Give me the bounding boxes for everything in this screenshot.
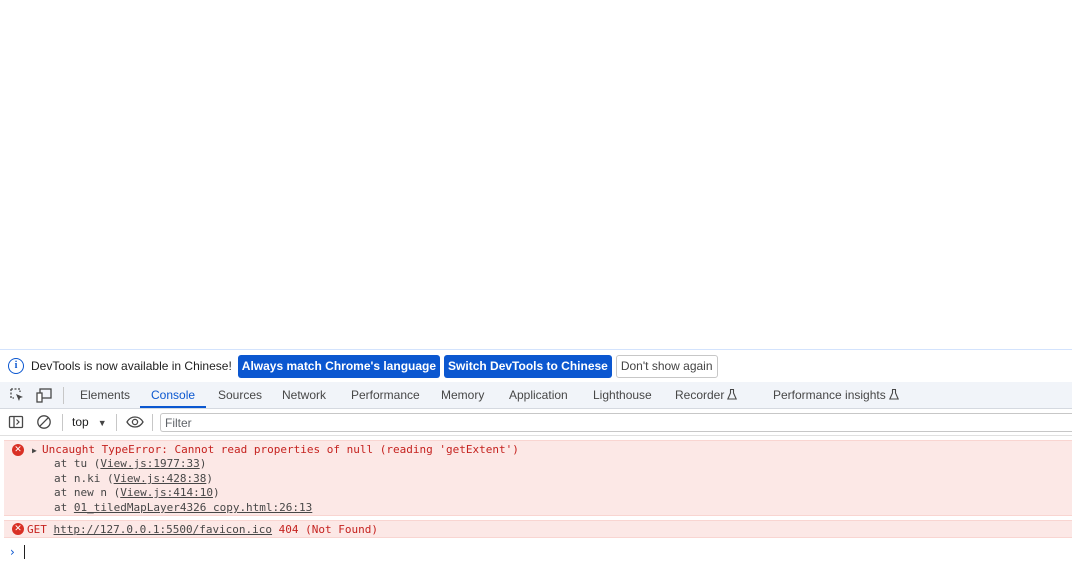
http-method: GET	[27, 523, 47, 536]
console-filter-input[interactable]	[160, 413, 1072, 432]
error-icon: ✕	[12, 444, 24, 456]
toolbar-divider	[63, 387, 64, 404]
source-link[interactable]: 01_tiledMapLayer4326 copy.html:26:13	[74, 501, 312, 514]
tab-application[interactable]: Application	[509, 382, 568, 408]
http-status: 404 (Not Found)	[278, 523, 379, 536]
source-link[interactable]: View.js:414:10	[120, 486, 213, 499]
tab-memory[interactable]: Memory	[441, 382, 484, 408]
context-select-value: top	[72, 415, 89, 429]
prompt-chevron-icon: ›	[10, 545, 15, 559]
network-error-line: GET http://127.0.0.1:5500/favicon.ico 40…	[27, 523, 378, 537]
language-infobar: i DevTools is now available in Chinese! …	[0, 349, 1072, 382]
stack-frame: at new n (View.js:414:10)	[54, 486, 220, 499]
tab-network[interactable]: Network	[282, 382, 326, 408]
tab-recorder[interactable]: Recorder	[675, 382, 738, 408]
text-caret	[24, 545, 25, 559]
tab-lighthouse[interactable]: Lighthouse	[593, 382, 652, 408]
console-error-message: ✕ ▶ Uncaught TypeError: Cannot read prop…	[4, 440, 1072, 516]
tab-recorder-label: Recorder	[675, 388, 725, 402]
device-toolbar-icon[interactable]	[36, 387, 52, 403]
live-expression-eye-icon[interactable]	[126, 414, 144, 430]
clear-console-icon[interactable]	[36, 414, 52, 430]
switch-to-chinese-button[interactable]: Switch DevTools to Chinese	[444, 354, 612, 378]
console-prompt[interactable]: ›	[0, 541, 1072, 563]
sidebar-toggle-icon[interactable]	[8, 414, 24, 430]
expand-triangle-icon[interactable]: ▶	[32, 446, 37, 455]
source-link[interactable]: View.js:1977:33	[100, 457, 199, 470]
stack-frame: at n.ki (View.js:428:38)	[54, 472, 213, 485]
source-link[interactable]: View.js:428:38	[114, 472, 207, 485]
tab-performance[interactable]: Performance	[351, 382, 420, 408]
tab-console[interactable]: Console	[140, 382, 207, 408]
toolbar-divider	[116, 414, 117, 431]
console-network-error: ✕ GET http://127.0.0.1:5500/favicon.ico …	[4, 520, 1072, 538]
infobar-message: DevTools is now available in Chinese!	[31, 359, 232, 373]
dont-show-again-button[interactable]: Don't show again	[615, 354, 718, 378]
inspected-page-viewport	[0, 0, 1072, 349]
devtools-tabbar: Elements Console Sources Network Perform…	[0, 382, 1072, 409]
inspect-element-icon[interactable]	[9, 387, 25, 403]
javascript-context-select[interactable]: top ▼	[72, 415, 107, 429]
error-icon: ✕	[12, 523, 24, 535]
toolbar-divider	[62, 414, 63, 431]
always-match-language-button[interactable]: Always match Chrome's language	[237, 354, 441, 378]
info-icon: i	[8, 358, 24, 374]
stack-frame: at tu (View.js:1977:33)	[54, 457, 207, 470]
experimental-flask-icon	[727, 389, 738, 400]
tab-sources[interactable]: Sources	[218, 382, 262, 408]
tab-elements[interactable]: Elements	[80, 382, 130, 408]
tab-performance-insights-label: Performance insights	[773, 388, 886, 402]
experimental-flask-icon	[888, 389, 899, 400]
stack-frame: at 01_tiledMapLayer4326 copy.html:26:13	[54, 501, 313, 514]
tab-performance-insights[interactable]: Performance insights	[773, 382, 899, 408]
console-toolbar: top ▼	[0, 409, 1072, 436]
dropdown-caret-icon: ▼	[97, 418, 107, 428]
toolbar-divider	[152, 414, 153, 431]
request-url-link[interactable]: http://127.0.0.1:5500/favicon.ico	[54, 523, 273, 536]
error-headline: Uncaught TypeError: Cannot read properti…	[42, 443, 519, 456]
